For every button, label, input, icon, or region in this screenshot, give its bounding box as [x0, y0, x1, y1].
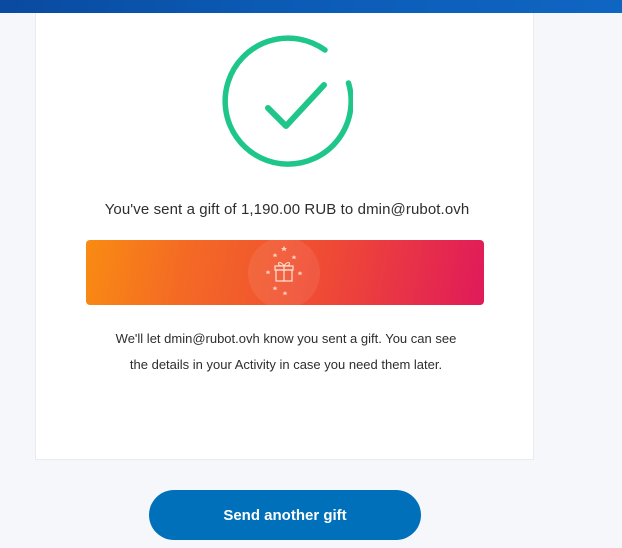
gift-icon [248, 240, 320, 305]
checkmark-circle-icon [219, 33, 353, 167]
send-another-gift-button[interactable]: Send another gift [149, 490, 421, 540]
gift-info-message: We'll let dmin@rubot.ovh know you sent a… [115, 331, 457, 372]
gift-sent-message: You've sent a gift of 1,190.00 RUB to dm… [104, 201, 470, 218]
gift-banner [86, 240, 484, 305]
top-header-bar [0, 0, 622, 13]
